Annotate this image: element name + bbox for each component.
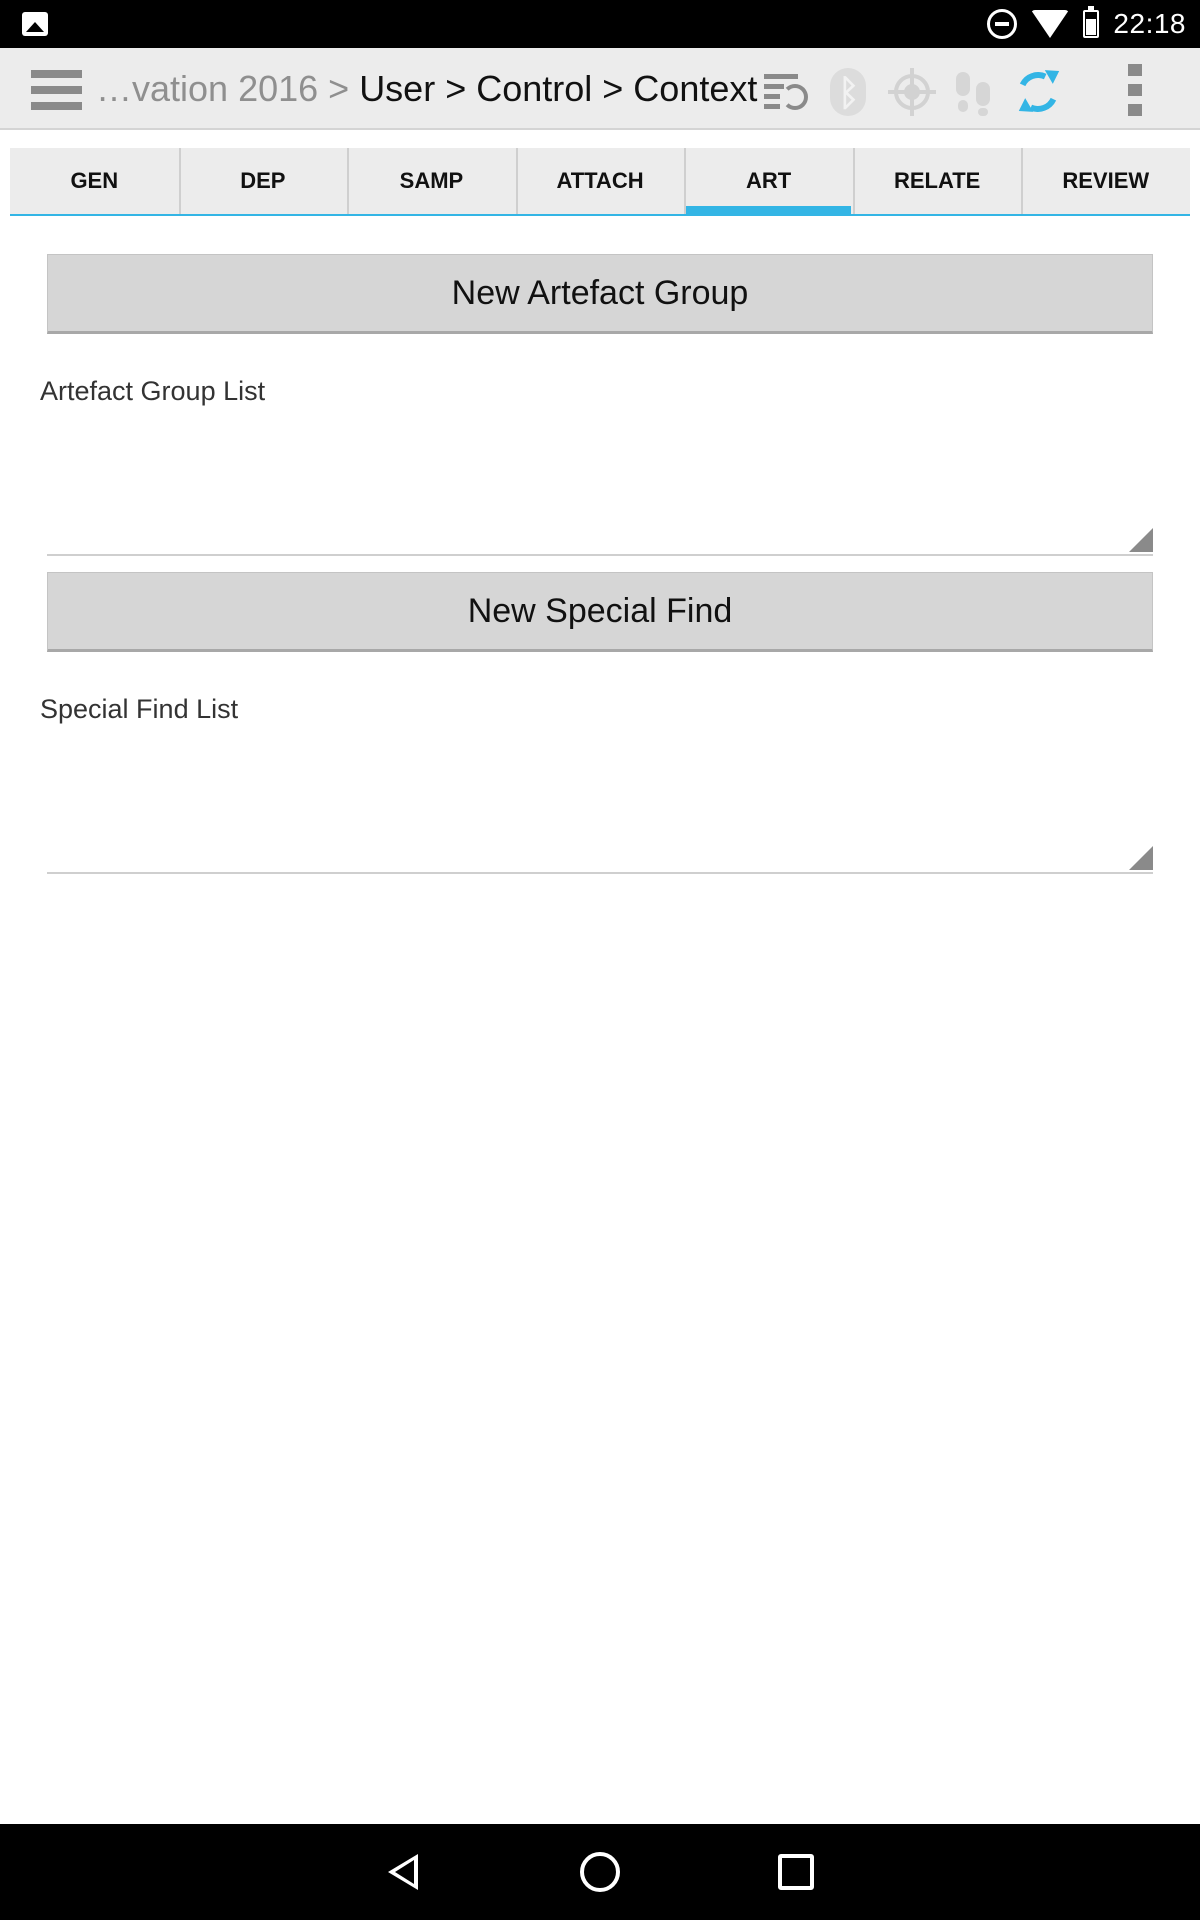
do-not-disturb-icon bbox=[987, 9, 1018, 39]
tab-review[interactable]: REVIEW bbox=[1021, 148, 1190, 214]
special-find-list[interactable] bbox=[47, 754, 1153, 874]
tab-samp[interactable]: SAMP bbox=[347, 148, 516, 214]
artefact-group-list-label: Artefact Group List bbox=[40, 376, 266, 406]
tab-strip: GEN DEP SAMP ATTACH ART RELATE REVIEW bbox=[10, 148, 1190, 216]
status-bar: 22:18 bbox=[0, 0, 1200, 48]
new-special-find-button[interactable]: New Special Find bbox=[47, 572, 1153, 652]
tab-art[interactable]: ART bbox=[684, 148, 853, 216]
resize-handle-icon[interactable] bbox=[1129, 846, 1153, 870]
new-artefact-group-button[interactable]: New Artefact Group bbox=[47, 254, 1153, 334]
resize-handle-icon[interactable] bbox=[1129, 528, 1153, 552]
action-bar: …vation 2016 > User > Control > Context … bbox=[0, 48, 1200, 130]
navigation-bar bbox=[0, 1824, 1200, 1920]
tab-relate[interactable]: RELATE bbox=[852, 148, 1022, 214]
artefact-group-list[interactable] bbox=[47, 436, 1153, 556]
breadcrumb: …vation 2016 > User > Control > Context bbox=[96, 68, 757, 110]
status-clock: 22:18 bbox=[1113, 8, 1186, 39]
wifi-icon bbox=[1031, 10, 1070, 38]
footsteps-icon[interactable] bbox=[950, 68, 998, 116]
back-icon[interactable] bbox=[382, 1848, 430, 1896]
home-icon[interactable] bbox=[576, 1848, 624, 1896]
recents-icon[interactable] bbox=[772, 1848, 820, 1896]
bluetooth-icon[interactable]: ᛒ bbox=[824, 68, 872, 116]
special-find-list-label: Special Find List bbox=[40, 694, 239, 724]
overflow-menu-icon[interactable] bbox=[1128, 64, 1142, 116]
breadcrumb-parent[interactable]: …vation 2016 > bbox=[96, 68, 359, 109]
menu-icon[interactable] bbox=[31, 70, 82, 110]
gps-icon[interactable] bbox=[888, 68, 936, 116]
tab-dep[interactable]: DEP bbox=[178, 148, 348, 214]
tab-gen[interactable]: GEN bbox=[10, 148, 179, 214]
battery-icon bbox=[1083, 6, 1100, 38]
status-icons: 22:18 bbox=[987, 0, 1186, 48]
refresh-icon[interactable] bbox=[1012, 64, 1064, 118]
sync-list-icon[interactable] bbox=[762, 68, 810, 116]
tab-attach[interactable]: ATTACH bbox=[515, 148, 685, 214]
breadcrumb-current: User > Control > Context bbox=[359, 68, 758, 109]
image-notification-icon bbox=[22, 12, 48, 36]
